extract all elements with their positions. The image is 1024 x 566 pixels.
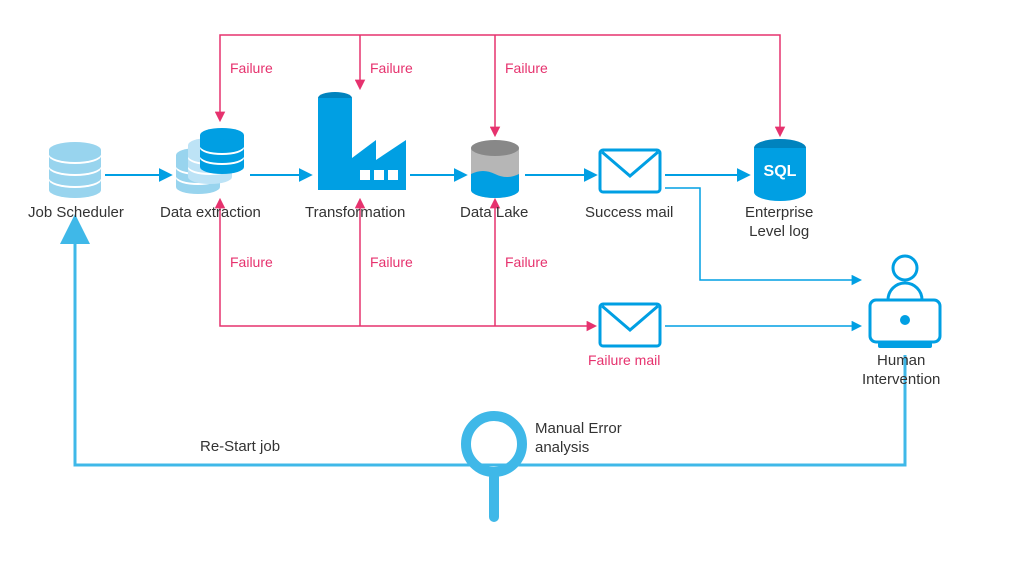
manual-error-label: Manual Error analysis <box>535 420 622 458</box>
data-extraction-label: Data extraction <box>160 204 261 223</box>
data-extraction-icon <box>176 128 244 194</box>
failure-top-3: Failure <box>505 60 548 78</box>
failure-bot-1: Failure <box>230 254 273 272</box>
sql-label: SQL <box>764 163 797 180</box>
transformation-label: Transformation <box>305 204 405 223</box>
magnifier-icon <box>466 416 522 522</box>
data-lake-label: Data Lake <box>460 204 528 223</box>
human-intervention-label: Human Intervention <box>862 352 940 390</box>
job-scheduler-label: Job Scheduler <box>28 204 124 223</box>
restart-label: Re-Start job <box>200 438 280 457</box>
job-scheduler-icon <box>49 142 101 198</box>
success-mail-icon <box>600 150 660 192</box>
failure-bot-2: Failure <box>370 254 413 272</box>
failure-bot-3: Failure <box>505 254 548 272</box>
human-intervention-icon <box>870 256 940 348</box>
success-mail-label: Success mail <box>585 204 673 223</box>
transformation-icon <box>318 92 406 190</box>
failure-top-2: Failure <box>370 60 413 78</box>
data-lake-icon <box>471 140 519 198</box>
enterprise-log-icon: SQL <box>754 139 806 201</box>
failure-top-1: Failure <box>230 60 273 78</box>
failure-mail-label: Failure mail <box>588 352 660 370</box>
failure-mail-icon <box>600 304 660 346</box>
enterprise-log-label: Enterprise Level log <box>745 204 813 242</box>
